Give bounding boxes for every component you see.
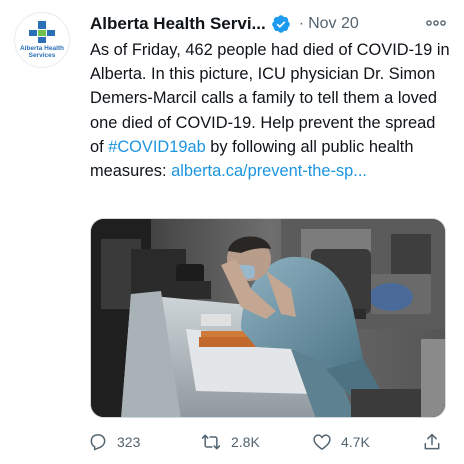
action-bar: 323 2.8K 4.7K <box>88 428 458 456</box>
verified-badge-icon <box>271 14 291 34</box>
separator-dot: · <box>298 15 305 32</box>
tweet-text: As of Friday, 462 people had died of COV… <box>90 38 450 183</box>
share-icon <box>424 433 440 450</box>
reply-icon <box>90 434 106 451</box>
avatar-label: Alberta Health Services <box>19 45 65 59</box>
tweet-header: Alberta Health Servi... · Nov 20 <box>90 12 456 36</box>
retweet-icon <box>201 434 221 450</box>
tweet[interactable]: Alberta Health Services Alberta Health S… <box>0 0 464 464</box>
share-button[interactable] <box>422 428 442 456</box>
hashtag-link[interactable]: #COVID19ab <box>108 138 206 156</box>
avatar[interactable]: Alberta Health Services <box>14 12 70 68</box>
like-count: 4.7K <box>341 434 370 450</box>
reply-button[interactable]: 323 <box>88 428 140 456</box>
retweet-count: 2.8K <box>231 434 260 450</box>
retweet-button[interactable]: 2.8K <box>200 428 260 456</box>
heart-icon <box>313 434 331 450</box>
like-button[interactable]: 4.7K <box>312 428 370 456</box>
photo-icu-physician-icon <box>91 219 445 417</box>
reply-count: 323 <box>117 434 141 450</box>
tweet-date[interactable]: Nov 20 <box>308 15 359 33</box>
author-name[interactable]: Alberta Health Servi... <box>90 14 266 34</box>
ahs-logo-icon <box>29 21 55 43</box>
external-link[interactable]: alberta.ca/prevent-the-sp... <box>171 162 367 180</box>
tweet-photo[interactable] <box>90 218 446 418</box>
more-options-icon[interactable] <box>424 13 448 33</box>
